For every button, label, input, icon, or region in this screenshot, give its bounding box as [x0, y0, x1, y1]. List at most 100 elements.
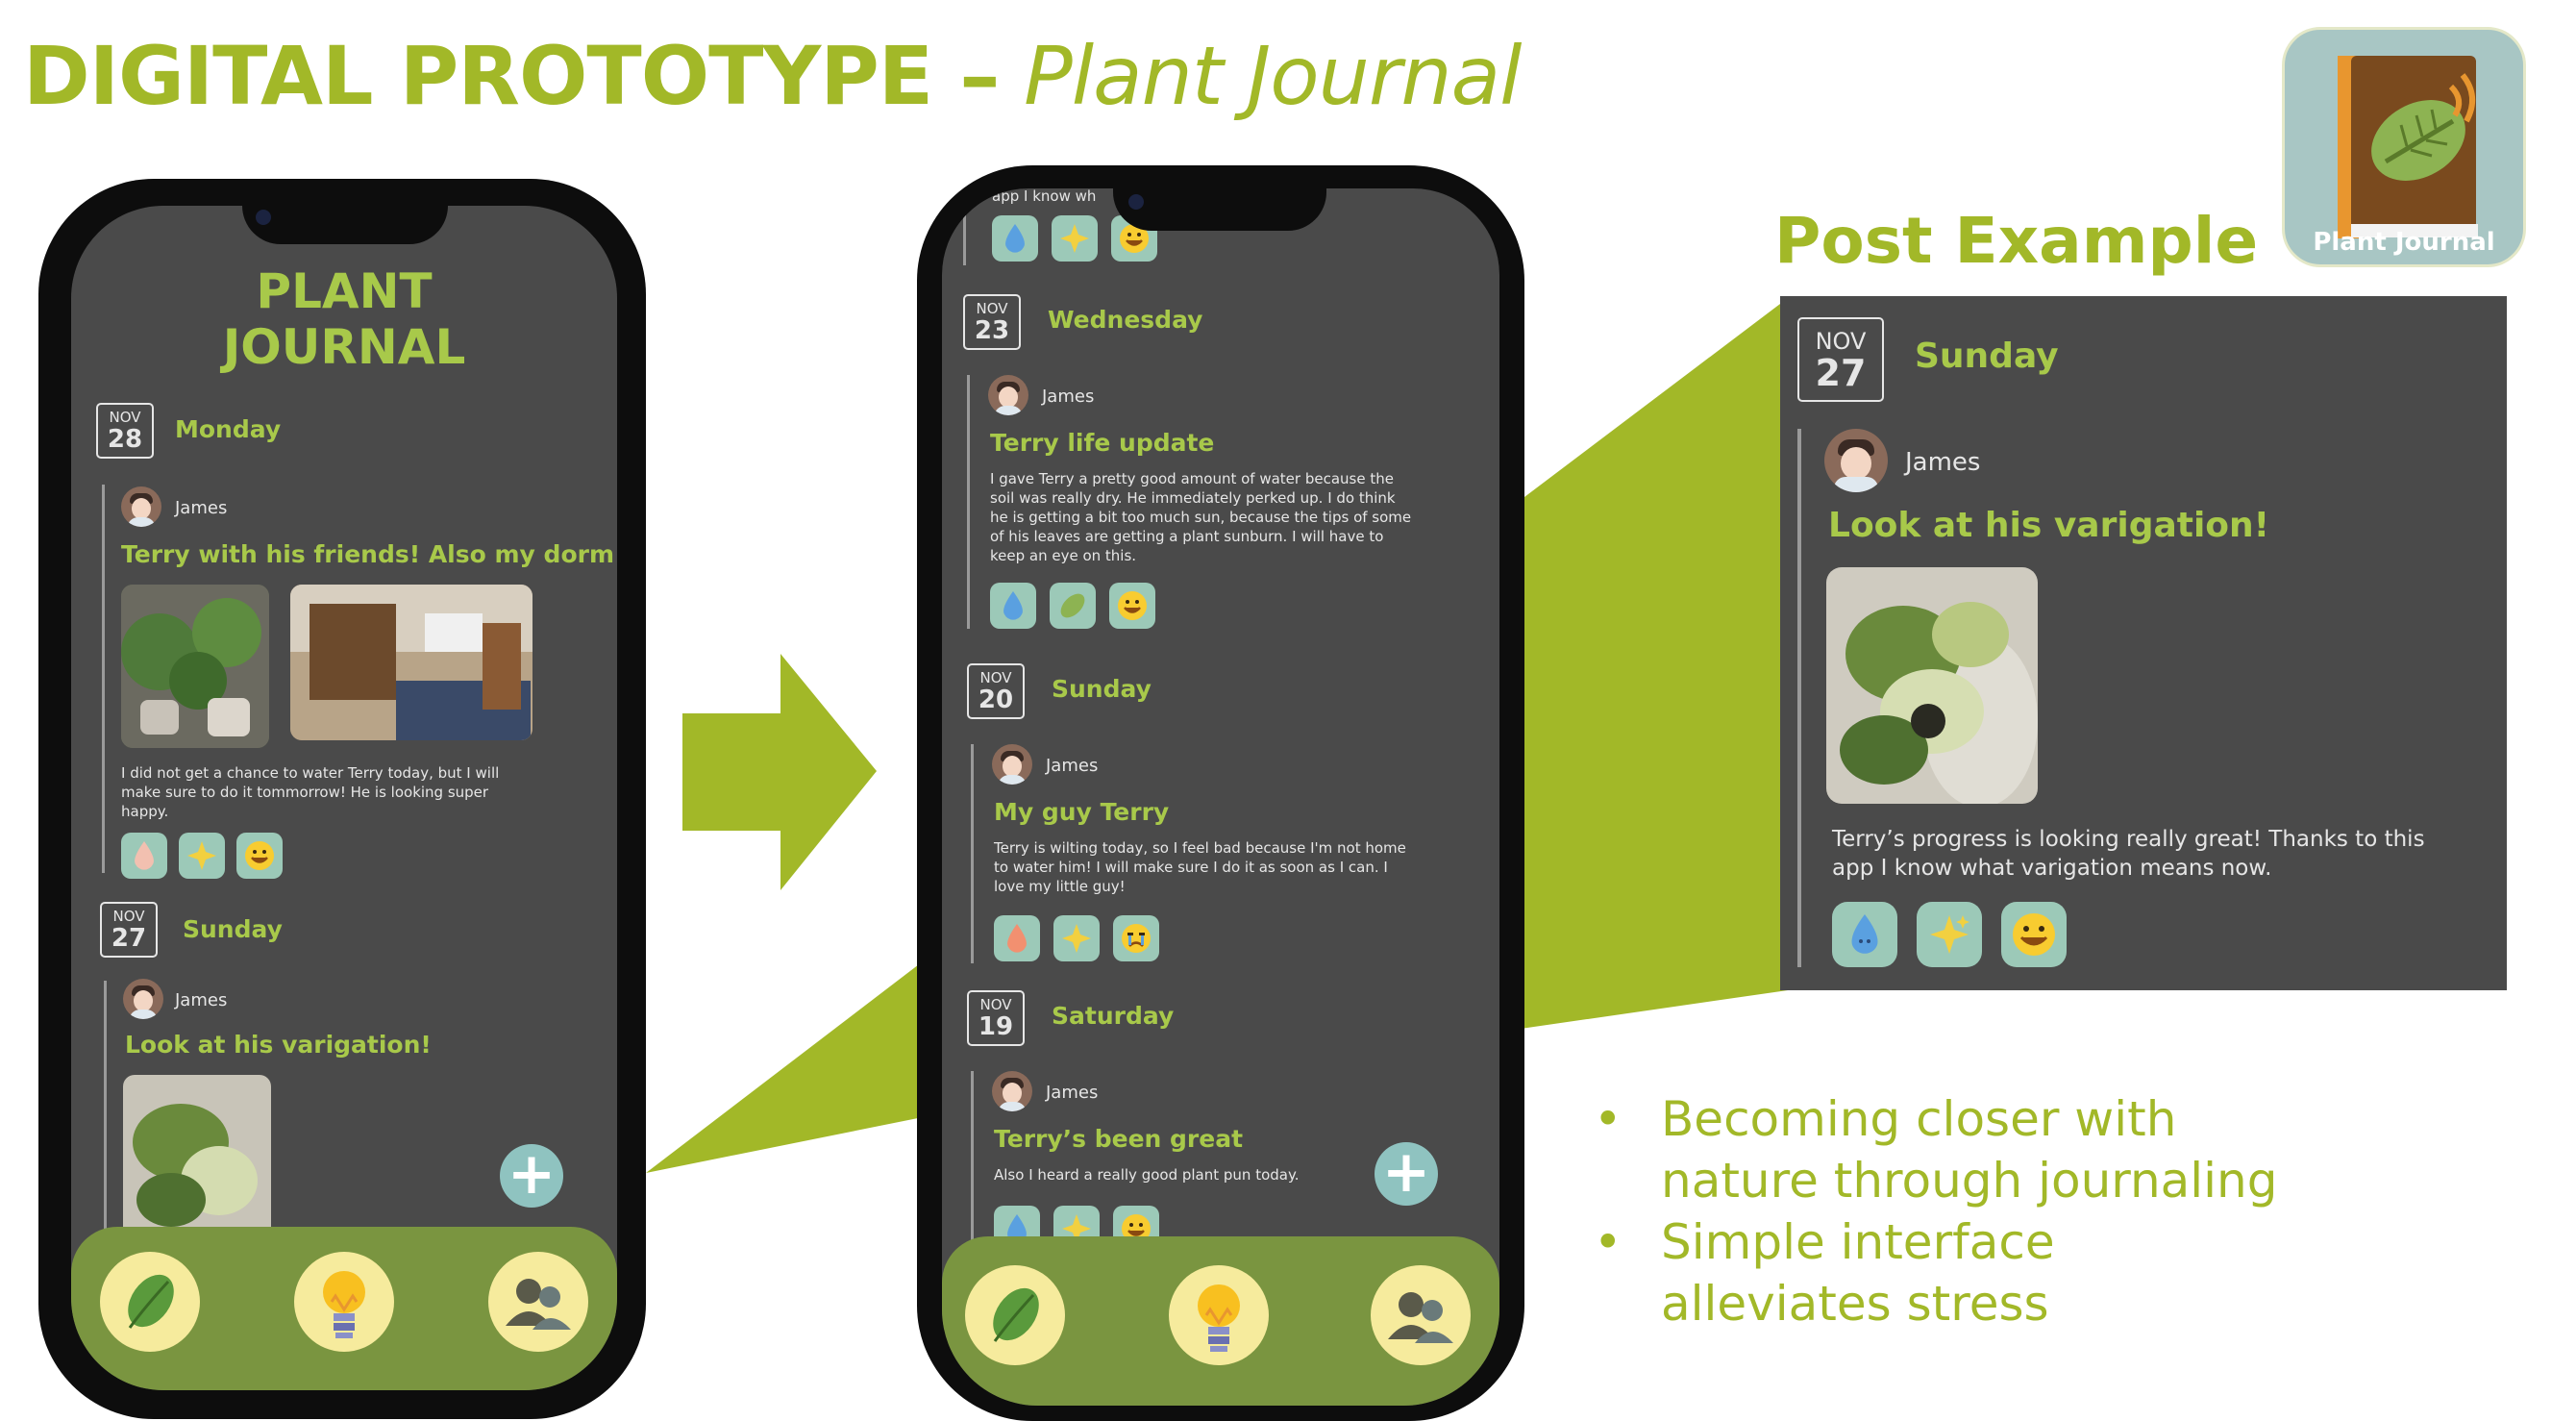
smile-face-icon [245, 841, 274, 870]
water-drop-icon [135, 841, 154, 870]
reaction-smile[interactable] [2001, 902, 2067, 967]
nav-journal-button[interactable] [100, 1252, 200, 1352]
lightbulb-icon [323, 1271, 365, 1338]
avatar[interactable] [121, 486, 161, 527]
plant-photo[interactable] [1826, 567, 2038, 804]
author-name: James [175, 990, 228, 1010]
reaction-crying[interactable] [1113, 915, 1159, 961]
bullet-line: alleviates stress [1661, 1276, 2049, 1332]
post-title[interactable]: Terry’s been great [994, 1125, 1243, 1153]
entry-divider [971, 1071, 974, 1263]
reaction-sparkle[interactable] [1053, 915, 1100, 961]
author-name: James [1046, 756, 1099, 776]
nav-community-button[interactable] [1371, 1265, 1471, 1365]
avatar[interactable] [992, 744, 1032, 785]
author-name: James [1905, 448, 1981, 477]
post-title[interactable]: Terry with his friends! Also my dorm [121, 540, 614, 568]
reaction-water-drop[interactable] [1832, 902, 1897, 967]
leaf-icon [1060, 593, 1085, 618]
reaction-water-drop[interactable] [992, 215, 1038, 262]
date-badge: NOV 20 [967, 663, 1025, 719]
post-text: Also I heard a really good plant pun tod… [994, 1166, 1300, 1184]
entry-divider [963, 188, 966, 265]
reaction-sparkle[interactable] [1917, 902, 1982, 967]
plant-photo[interactable] [123, 1075, 271, 1248]
nav-ideas-button[interactable] [1169, 1265, 1269, 1365]
app-header: PLANT JOURNAL [71, 263, 617, 375]
sparkle-icon [1060, 224, 1089, 253]
post-title[interactable]: Look at his varigation! [125, 1031, 432, 1059]
post-text: Terry’s progress is looking really great… [1832, 827, 2425, 881]
post-text-cut: app I know wh [992, 188, 1097, 205]
weekday-label: Sunday [183, 915, 283, 943]
reaction-smile[interactable] [236, 833, 283, 879]
reaction-water-drop[interactable] [121, 833, 167, 879]
author-name: James [1042, 386, 1095, 407]
weekday-label: Sunday [1915, 337, 2059, 376]
bullet-dot: • [1594, 1214, 1622, 1270]
avatar[interactable] [1824, 429, 1888, 492]
weekday-label: Saturday [1052, 1002, 1175, 1030]
bullet-dot: • [1594, 1091, 1622, 1147]
arrow-shape [682, 654, 877, 890]
nav-ideas-button[interactable] [294, 1252, 394, 1352]
bottom-nav [942, 1236, 1499, 1406]
reaction-leaf[interactable] [1050, 583, 1096, 629]
phone-2-notch [1113, 185, 1326, 231]
reaction-smile[interactable] [1109, 583, 1155, 629]
crying-face-icon [1122, 924, 1151, 953]
sparkle-icon [187, 841, 216, 870]
phone-1-camera [256, 210, 271, 225]
post-text: Terry is wilting today, so I feel bad be… [994, 839, 1406, 895]
connector-right [1521, 298, 1788, 1029]
leaf-icon [128, 1274, 174, 1329]
connector-left [646, 961, 923, 1173]
post-title[interactable]: Terry life update [990, 429, 1214, 457]
lightbulb-icon [1198, 1284, 1240, 1352]
water-drop-icon [1007, 924, 1027, 953]
dorm-photo[interactable] [290, 585, 533, 740]
reaction-sparkle[interactable] [179, 833, 225, 879]
post-title[interactable]: Look at his varigation! [1828, 506, 2269, 545]
add-post-button[interactable]: + [500, 1144, 563, 1208]
nav-community-button[interactable] [488, 1252, 588, 1352]
people-icon [506, 1279, 571, 1330]
author-name: James [175, 498, 228, 518]
entry-divider [971, 744, 974, 963]
weekday-label: Wednesday [1048, 306, 1203, 334]
smile-face-icon [2013, 913, 2055, 956]
people-icon [1388, 1292, 1453, 1343]
date-badge: NOV 19 [967, 990, 1025, 1046]
avatar[interactable] [988, 375, 1028, 415]
entry-divider [967, 375, 970, 629]
avatar[interactable] [992, 1071, 1032, 1111]
plant-photo[interactable] [121, 585, 269, 748]
bullet-item: • Becoming closer with nature through jo… [1594, 1088, 2277, 1211]
phone-1-screen: PLANT JOURNAL NOV 28 Monday James Terry … [71, 206, 617, 1390]
avatar[interactable] [123, 979, 163, 1019]
author-name: James [1046, 1083, 1099, 1103]
nav-journal-button[interactable] [965, 1265, 1065, 1365]
leaf-icon [993, 1287, 1039, 1342]
post-example-label: Post Example [1774, 204, 2259, 278]
reaction-water-drop[interactable] [994, 915, 1040, 961]
sparkle-icon [1930, 915, 1969, 954]
bullet-item: • Simple interface alleviates stress [1594, 1211, 2277, 1334]
entry-divider [1797, 429, 1801, 967]
reaction-water-drop[interactable] [990, 583, 1036, 629]
weekday-label: Monday [175, 415, 282, 443]
entry-divider [104, 981, 107, 1269]
reaction-sparkle[interactable] [1052, 215, 1098, 262]
post-title[interactable]: My guy Terry [994, 798, 1169, 826]
phone-1-notch [242, 202, 448, 244]
bullet-line: Simple interface [1661, 1214, 2055, 1270]
entry-divider [102, 485, 105, 873]
date-badge: NOV 28 [96, 403, 154, 459]
weekday-label: Sunday [1052, 675, 1152, 703]
date-badge: NOV 27 [100, 902, 158, 958]
phone-2-screen: app I know wh NOV 23 Wednesday James Ter… [942, 188, 1499, 1406]
water-drop-icon [1003, 591, 1023, 620]
sparkle-icon [1062, 924, 1091, 953]
add-post-button[interactable]: + [1375, 1142, 1438, 1206]
water-drop-icon [1851, 914, 1878, 954]
